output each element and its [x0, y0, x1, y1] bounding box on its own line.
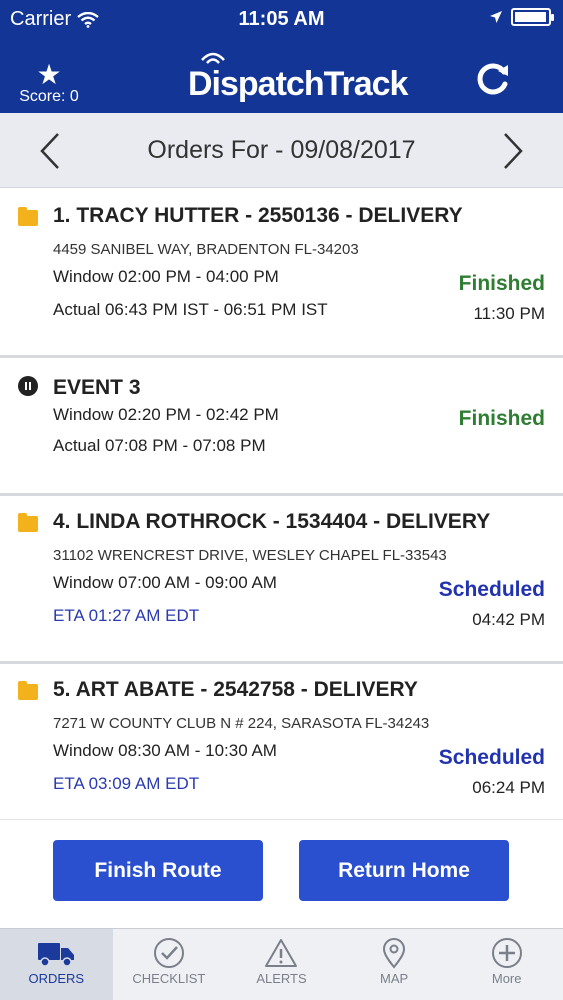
order-eta: ETA 03:09 AM EDT: [53, 774, 200, 793]
tab-alerts[interactable]: ALERTS: [225, 929, 338, 1000]
date-navigation: Orders For - 09/08/2017: [0, 113, 563, 188]
orders-date-title: Orders For - 09/08/2017: [147, 136, 416, 164]
refresh-icon[interactable]: [471, 58, 515, 98]
order-row[interactable]: 1. TRACY HUTTER - 2550136 - DELIVERY 445…: [0, 190, 563, 358]
order-row[interactable]: EVENT 3 Window 02:20 PM - 02:42 PM Actua…: [0, 358, 563, 496]
order-eta: ETA 01:27 AM EDT: [53, 606, 200, 625]
status-bar: Carrier 11:05 AM: [0, 0, 563, 40]
order-title: 1. TRACY HUTTER - 2550136 - DELIVERY: [53, 204, 463, 227]
order-row[interactable]: 5. ART ABATE - 2542758 - DELIVERY 7271 W…: [0, 664, 563, 820]
tab-more[interactable]: More: [450, 929, 563, 1000]
order-address: 7271 W COUNTY CLUB N # 224, SARASOTA FL-…: [53, 715, 430, 732]
finish-route-button[interactable]: Finish Route: [53, 840, 263, 901]
next-day-button[interactable]: [497, 131, 527, 171]
status-time: 11:30 PM: [473, 304, 545, 323]
order-actual: Actual 06:43 PM IST - 06:51 PM IST: [53, 300, 328, 319]
checkmark-circle-icon: [153, 938, 184, 968]
status-label: Finished: [458, 272, 545, 295]
location-arrow-icon: [490, 11, 502, 23]
logo-text: DispatchTrack: [188, 65, 408, 103]
order-title: EVENT 3: [53, 376, 141, 399]
score-indicator: ★ Score: 0: [14, 59, 84, 106]
tab-label: ORDERS: [28, 971, 85, 986]
battery-icon: [511, 8, 554, 26]
folder-icon: [18, 207, 38, 226]
status-time: 04:42 PM: [472, 610, 545, 629]
star-icon: ★: [36, 59, 62, 90]
warning-triangle-icon: [265, 939, 298, 967]
order-actual: Actual 07:08 PM - 07:08 PM: [53, 436, 266, 455]
order-window: Window 02:00 PM - 04:00 PM: [53, 267, 279, 286]
return-home-button[interactable]: Return Home: [299, 840, 509, 901]
tab-map[interactable]: MAP: [338, 929, 451, 1000]
status-time: 06:24 PM: [472, 778, 545, 797]
folder-icon: [18, 681, 38, 700]
pause-icon: [18, 376, 38, 396]
app-header: Carrier 11:05 AM ★ Score: 0 DispatchTrac…: [0, 0, 563, 113]
order-title: 4. LINDA ROTHROCK - 1534404 - DELIVERY: [53, 510, 491, 533]
status-label: Scheduled: [438, 746, 545, 769]
app-logo: DispatchTrack: [188, 52, 408, 104]
status-indicators: [489, 8, 554, 26]
order-row[interactable]: 4. LINDA ROTHROCK - 1534404 - DELIVERY 3…: [0, 496, 563, 664]
status-label: Scheduled: [438, 578, 545, 601]
order-address: 4459 SANIBEL WAY, BRADENTON FL-34203: [53, 241, 359, 258]
order-address: 31102 WRENCREST DRIVE, WESLEY CHAPEL FL-…: [53, 547, 447, 564]
tab-orders[interactable]: ORDERS: [0, 929, 113, 1000]
order-title: 5. ART ABATE - 2542758 - DELIVERY: [53, 678, 418, 701]
order-window: Window 07:00 AM - 09:00 AM: [53, 573, 277, 592]
status-time: 11:05 AM: [238, 8, 325, 30]
order-window: Window 02:20 PM - 02:42 PM: [53, 405, 279, 424]
plus-circle-icon: [491, 938, 522, 968]
signal-waves-icon: [201, 52, 225, 64]
tab-label: ALERTS: [256, 971, 307, 986]
tab-checklist[interactable]: CHECKLIST: [113, 929, 226, 1000]
truck-icon: [38, 943, 75, 967]
tab-bar: ORDERS CHECKLIST ALERTS MAP More: [0, 928, 563, 1000]
order-window: Window 08:30 AM - 10:30 AM: [53, 741, 277, 760]
score-label: Score: 0: [19, 88, 79, 105]
tab-label: MAP: [379, 971, 409, 986]
tab-label: CHECKLIST: [132, 971, 206, 986]
folder-icon: [18, 513, 38, 532]
tab-label: More: [491, 971, 522, 986]
map-pin-icon: [383, 938, 406, 969]
status-label: Finished: [458, 407, 545, 430]
